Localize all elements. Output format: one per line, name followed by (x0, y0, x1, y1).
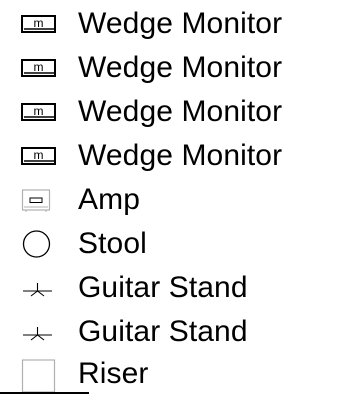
wedge-monitor-glyph: m (34, 148, 44, 162)
wedge-monitor-glyph: m (34, 16, 44, 30)
legend-item-wedge-monitor[interactable]: m Wedge Monitor (0, 2, 345, 46)
legend-label: Guitar Stand (78, 315, 248, 348)
wedge-monitor-icon: m (20, 46, 68, 90)
legend-item-stool[interactable]: Stool (0, 222, 345, 266)
wedge-monitor-glyph: m (34, 104, 44, 118)
wedge-monitor-icon: m (20, 90, 68, 134)
wedge-monitor-glyph: m (34, 60, 44, 74)
stool-icon (20, 222, 68, 266)
riser-icon (20, 352, 68, 396)
legend-label: Guitar Stand (78, 271, 248, 304)
legend-label: Wedge Monitor (78, 95, 283, 128)
stage-plot-legend: m Wedge Monitor m Wedge Monitor m Wedge … (0, 0, 345, 395)
legend-item-riser[interactable]: Riser (0, 352, 345, 396)
legend-label: Amp (78, 183, 140, 216)
legend-label: Riser (78, 357, 149, 390)
legend-label: Stool (78, 227, 147, 260)
wedge-monitor-icon: m (20, 134, 68, 178)
amp-icon (20, 178, 68, 222)
wedge-monitor-icon: m (20, 2, 68, 46)
legend-label: Wedge Monitor (78, 51, 283, 84)
guitar-stand-icon (20, 266, 68, 310)
legend-item-wedge-monitor[interactable]: m Wedge Monitor (0, 90, 345, 134)
legend-item-guitar-stand[interactable]: Guitar Stand (0, 266, 345, 310)
legend-item-wedge-monitor[interactable]: m Wedge Monitor (0, 46, 345, 90)
legend-item-amp[interactable]: Amp (0, 178, 345, 222)
legend-item-wedge-monitor[interactable]: m Wedge Monitor (0, 134, 345, 178)
guitar-stand-icon (20, 310, 68, 354)
legend-label: Wedge Monitor (78, 139, 283, 172)
bottom-divider (0, 392, 89, 394)
legend-label: Wedge Monitor (78, 7, 283, 40)
legend-item-guitar-stand[interactable]: Guitar Stand (0, 310, 345, 354)
